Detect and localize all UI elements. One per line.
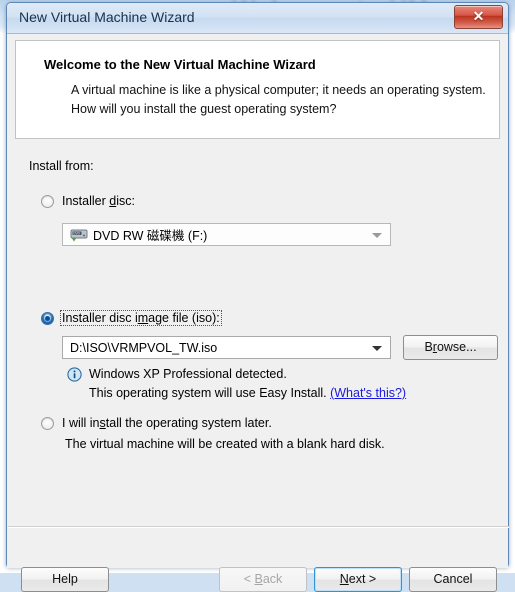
- os-detected-text: Windows XP Professional detected.: [89, 367, 287, 381]
- whats-this-link[interactable]: (What's this?): [330, 386, 406, 400]
- install-from-label: Install from:: [29, 159, 94, 173]
- browse-button[interactable]: Browse...: [403, 335, 498, 360]
- radio-installer-iso-control[interactable]: [41, 311, 54, 325]
- radio-installer-iso-label: Installer disc image file (iso):: [60, 310, 222, 326]
- iso-path-combobox[interactable]: D:\ISO\VRMPVOL_TW.iso: [62, 336, 391, 359]
- radio-installer-disc[interactable]: Installer disc:: [41, 193, 137, 209]
- next-button[interactable]: Next >: [314, 567, 402, 592]
- radio-install-later[interactable]: I will install the operating system late…: [41, 415, 274, 431]
- disc-drive-value: DVD RW 磁碟機 (F:): [93, 229, 208, 243]
- iso-path-value: D:\ISO\VRMPVOL_TW.iso: [70, 340, 218, 355]
- radio-install-later-control[interactable]: [41, 416, 54, 430]
- dialog-body: Welcome to the New Virtual Machine Wizar…: [7, 34, 509, 592]
- info-icon: [67, 367, 82, 382]
- svg-text:DVD: DVD: [73, 232, 80, 236]
- radio-installer-disc-control[interactable]: [41, 194, 54, 208]
- window-title: New Virtual Machine Wizard: [19, 9, 195, 25]
- new-virtual-machine-wizard-dialog: New Virtual Machine Wizard ✕ Welcome to …: [6, 2, 509, 592]
- install-later-description: The virtual machine will be created with…: [65, 437, 385, 451]
- page-description: A virtual machine is like a physical com…: [71, 83, 486, 116]
- page-title: Welcome to the New Virtual Machine Wizar…: [44, 57, 316, 72]
- footer-separator: [8, 526, 509, 528]
- window-titlebar: New Virtual Machine Wizard ✕: [7, 3, 508, 34]
- radio-installer-iso[interactable]: Installer disc image file (iso):: [41, 310, 222, 326]
- radio-installer-disc-label: Installer disc:: [62, 194, 135, 208]
- back-button: < Back: [219, 567, 307, 592]
- cancel-button[interactable]: Cancel: [409, 567, 497, 592]
- radio-install-later-label: I will install the operating system late…: [62, 416, 272, 430]
- close-icon[interactable]: ✕: [454, 5, 503, 29]
- chevron-down-icon[interactable]: [372, 233, 382, 238]
- help-button[interactable]: Help: [21, 567, 109, 592]
- dvd-drive-icon: DVD: [70, 227, 88, 242]
- easy-install-text: This operating system will use Easy Inst…: [89, 386, 407, 400]
- disc-drive-combobox[interactable]: DVD DVD RW 磁碟機 (F:): [62, 223, 391, 246]
- close-glyph: ✕: [472, 8, 485, 24]
- wizard-header-panel: Welcome to the New Virtual Machine Wizar…: [15, 40, 500, 139]
- chevron-down-icon[interactable]: [372, 346, 382, 351]
